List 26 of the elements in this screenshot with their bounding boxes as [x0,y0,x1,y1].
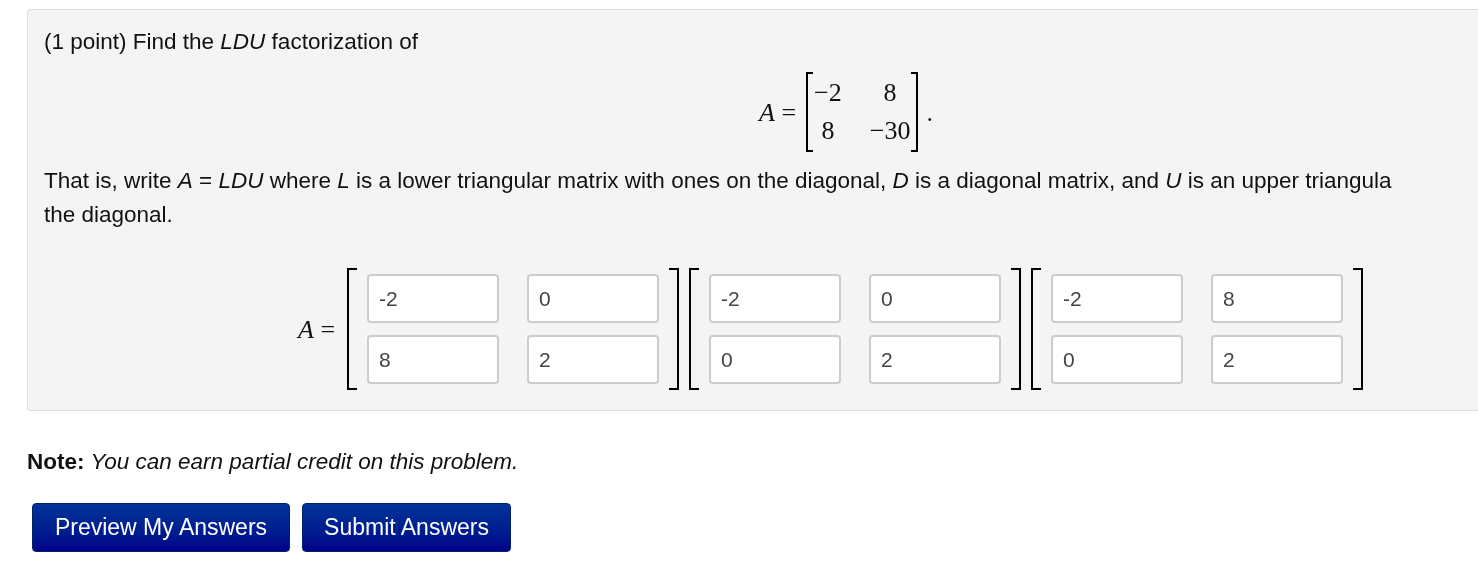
problem-statement: (1 point) Find the LDU factorization of [44,30,418,54]
matrix-entry: 8 [882,77,898,109]
answer-input-field[interactable]: -2 [709,274,842,323]
matrix-equation-label: A = [759,96,797,129]
instruction-text: the diagonal. [44,201,174,229]
period-mark: . [926,96,933,129]
answer-input-field[interactable]: -2 [1051,274,1184,323]
answer-input-field[interactable]: 0 [709,335,842,384]
answer-input-field[interactable]: 0 [869,274,1002,323]
preview-button[interactable]: Preview My Answers [32,502,290,552]
answer-input-field[interactable]: -2 [367,274,500,323]
answer-input-field[interactable]: 0 [1051,335,1184,384]
answer-input-field[interactable]: 2 [1211,335,1344,384]
answer-input-field[interactable]: 8 [367,335,500,384]
matrix-entry: 8 [820,115,836,147]
note-label: Note: [27,448,85,476]
answer-input-field[interactable]: 2 [869,335,1002,384]
submit-button[interactable]: Submit Answers [302,502,511,552]
answer-input-field[interactable]: 8 [1211,274,1344,323]
answer-input-field[interactable]: 2 [527,335,660,384]
instruction-text: That is, write A = LDU where L is a lower triangular matrix with ones on the diagonal, D is a diagonal matrix, and U is an upper triangula [44,167,1392,195]
answer-input-field[interactable]: 0 [527,274,660,323]
note-text: You can earn partial credit on this problem. [90,448,519,476]
matrix-entry: −30 [869,115,911,147]
matrix-equation-label: A = [298,313,336,346]
matrix-entry: −2 [814,77,842,109]
